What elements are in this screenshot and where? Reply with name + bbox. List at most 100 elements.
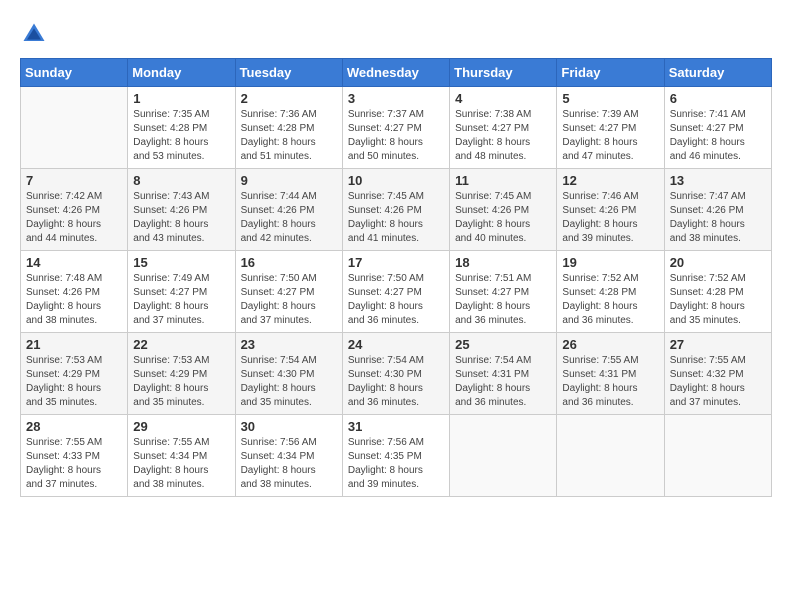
day-number: 13 (670, 173, 766, 188)
day-cell: 26 Sunrise: 7:55 AM Sunset: 4:31 PM Dayli… (557, 333, 664, 415)
day-cell: 14 Sunrise: 7:48 AM Sunset: 4:26 PM Dayli… (21, 251, 128, 333)
day-number: 31 (348, 419, 444, 434)
day-header-tuesday: Tuesday (235, 59, 342, 87)
day-info: Sunrise: 7:50 AM Sunset: 4:27 PM Dayligh… (348, 272, 444, 328)
day-cell: 29 Sunrise: 7:55 AM Sunset: 4:34 PM Dayli… (128, 415, 235, 497)
day-info: Sunrise: 7:55 AM Sunset: 4:31 PM Dayligh… (562, 354, 658, 410)
week-row-2: 7Sunrise: 7:42 AM Sunset: 4:26 PM Daylig… (21, 169, 772, 251)
day-number: 6 (670, 91, 766, 106)
day-cell: 25 Sunrise: 7:54 AM Sunset: 4:31 PM Dayli… (450, 333, 557, 415)
week-row-3: 14 Sunrise: 7:48 AM Sunset: 4:26 PM Dayli… (21, 251, 772, 333)
day-cell: 31 Sunrise: 7:56 AM Sunset: 4:35 PM Dayli… (342, 415, 449, 497)
day-cell: 11 Sunrise: 7:45 AM Sunset: 4:26 PM Dayli… (450, 169, 557, 251)
day-info: Sunrise: 7:51 AM Sunset: 4:27 PM Dayligh… (455, 272, 551, 328)
day-info: Sunrise: 7:56 AM Sunset: 4:35 PM Dayligh… (348, 436, 444, 492)
day-cell: 9Sunrise: 7:44 AM Sunset: 4:26 PM Daylig… (235, 169, 342, 251)
day-info: Sunrise: 7:53 AM Sunset: 4:29 PM Dayligh… (133, 354, 229, 410)
calendar-table: SundayMondayTuesdayWednesdayThursdayFrid… (20, 58, 772, 497)
day-info: Sunrise: 7:45 AM Sunset: 4:26 PM Dayligh… (348, 190, 444, 246)
day-number: 20 (670, 255, 766, 270)
day-cell: 8 Sunrise: 7:43 AM Sunset: 4:26 PM Daylig… (128, 169, 235, 251)
day-info: Sunrise: 7:48 AM Sunset: 4:26 PM Dayligh… (26, 272, 122, 328)
day-info: Sunrise: 7:41 AM Sunset: 4:27 PM Dayligh… (670, 108, 766, 164)
day-number: 19 (562, 255, 658, 270)
day-info: Sunrise: 7:55 AM Sunset: 4:34 PM Dayligh… (133, 436, 229, 492)
day-cell: 22 Sunrise: 7:53 AM Sunset: 4:29 PM Dayli… (128, 333, 235, 415)
day-cell (450, 415, 557, 497)
day-info: Sunrise: 7:39 AM Sunset: 4:27 PM Dayligh… (562, 108, 658, 164)
day-number: 16 (241, 255, 337, 270)
header-row: SundayMondayTuesdayWednesdayThursdayFrid… (21, 59, 772, 87)
day-number: 8 (133, 173, 229, 188)
day-info: Sunrise: 7:38 AM Sunset: 4:27 PM Dayligh… (455, 108, 551, 164)
day-cell: 23Sunrise: 7:54 AM Sunset: 4:30 PM Dayli… (235, 333, 342, 415)
day-cell: 3Sunrise: 7:37 AM Sunset: 4:27 PM Daylig… (342, 87, 449, 169)
day-number: 12 (562, 173, 658, 188)
day-info: Sunrise: 7:50 AM Sunset: 4:27 PM Dayligh… (241, 272, 337, 328)
day-number: 24 (348, 337, 444, 352)
calendar-header: SundayMondayTuesdayWednesdayThursdayFrid… (21, 59, 772, 87)
day-number: 26 (562, 337, 658, 352)
week-row-4: 21 Sunrise: 7:53 AM Sunset: 4:29 PM Dayli… (21, 333, 772, 415)
day-cell: 19 Sunrise: 7:52 AM Sunset: 4:28 PM Dayli… (557, 251, 664, 333)
day-info: Sunrise: 7:43 AM Sunset: 4:26 PM Dayligh… (133, 190, 229, 246)
day-cell: 6 Sunrise: 7:41 AM Sunset: 4:27 PM Daylig… (664, 87, 771, 169)
week-row-1: 1Sunrise: 7:35 AM Sunset: 4:28 PM Daylig… (21, 87, 772, 169)
day-info: Sunrise: 7:46 AM Sunset: 4:26 PM Dayligh… (562, 190, 658, 246)
day-number: 5 (562, 91, 658, 106)
day-cell: 13 Sunrise: 7:47 AM Sunset: 4:26 PM Dayli… (664, 169, 771, 251)
day-number: 11 (455, 173, 551, 188)
calendar-body: 1Sunrise: 7:35 AM Sunset: 4:28 PM Daylig… (21, 87, 772, 497)
day-number: 28 (26, 419, 122, 434)
day-number: 22 (133, 337, 229, 352)
day-cell: 21 Sunrise: 7:53 AM Sunset: 4:29 PM Dayli… (21, 333, 128, 415)
day-cell: 12 Sunrise: 7:46 AM Sunset: 4:26 PM Dayli… (557, 169, 664, 251)
day-info: Sunrise: 7:42 AM Sunset: 4:26 PM Dayligh… (26, 190, 122, 246)
day-header-monday: Monday (128, 59, 235, 87)
day-number: 23 (241, 337, 337, 352)
day-info: Sunrise: 7:36 AM Sunset: 4:28 PM Dayligh… (241, 108, 337, 164)
day-cell (21, 87, 128, 169)
logo-icon (20, 20, 48, 48)
day-header-saturday: Saturday (664, 59, 771, 87)
day-cell: 10Sunrise: 7:45 AM Sunset: 4:26 PM Dayli… (342, 169, 449, 251)
day-info: Sunrise: 7:52 AM Sunset: 4:28 PM Dayligh… (670, 272, 766, 328)
day-number: 21 (26, 337, 122, 352)
day-number: 25 (455, 337, 551, 352)
day-info: Sunrise: 7:52 AM Sunset: 4:28 PM Dayligh… (562, 272, 658, 328)
day-cell (557, 415, 664, 497)
day-header-wednesday: Wednesday (342, 59, 449, 87)
day-cell: 27 Sunrise: 7:55 AM Sunset: 4:32 PM Dayli… (664, 333, 771, 415)
day-info: Sunrise: 7:47 AM Sunset: 4:26 PM Dayligh… (670, 190, 766, 246)
day-cell: 30 Sunrise: 7:56 AM Sunset: 4:34 PM Dayli… (235, 415, 342, 497)
day-number: 4 (455, 91, 551, 106)
logo (20, 20, 52, 48)
day-number: 29 (133, 419, 229, 434)
day-cell (664, 415, 771, 497)
day-info: Sunrise: 7:55 AM Sunset: 4:32 PM Dayligh… (670, 354, 766, 410)
day-cell: 17Sunrise: 7:50 AM Sunset: 4:27 PM Dayli… (342, 251, 449, 333)
day-header-thursday: Thursday (450, 59, 557, 87)
day-info: Sunrise: 7:53 AM Sunset: 4:29 PM Dayligh… (26, 354, 122, 410)
week-row-5: 28 Sunrise: 7:55 AM Sunset: 4:33 PM Dayli… (21, 415, 772, 497)
day-cell: 24Sunrise: 7:54 AM Sunset: 4:30 PM Dayli… (342, 333, 449, 415)
day-number: 27 (670, 337, 766, 352)
day-number: 15 (133, 255, 229, 270)
day-header-friday: Friday (557, 59, 664, 87)
day-number: 3 (348, 91, 444, 106)
day-cell: 4 Sunrise: 7:38 AM Sunset: 4:27 PM Daylig… (450, 87, 557, 169)
day-number: 2 (241, 91, 337, 106)
day-info: Sunrise: 7:55 AM Sunset: 4:33 PM Dayligh… (26, 436, 122, 492)
day-number: 1 (133, 91, 229, 106)
day-info: Sunrise: 7:45 AM Sunset: 4:26 PM Dayligh… (455, 190, 551, 246)
day-info: Sunrise: 7:56 AM Sunset: 4:34 PM Dayligh… (241, 436, 337, 492)
day-cell: 1Sunrise: 7:35 AM Sunset: 4:28 PM Daylig… (128, 87, 235, 169)
day-cell: 28 Sunrise: 7:55 AM Sunset: 4:33 PM Dayli… (21, 415, 128, 497)
day-number: 14 (26, 255, 122, 270)
day-cell: 15Sunrise: 7:49 AM Sunset: 4:27 PM Dayli… (128, 251, 235, 333)
day-header-sunday: Sunday (21, 59, 128, 87)
day-number: 30 (241, 419, 337, 434)
day-number: 9 (241, 173, 337, 188)
day-info: Sunrise: 7:54 AM Sunset: 4:31 PM Dayligh… (455, 354, 551, 410)
day-cell: 16 Sunrise: 7:50 AM Sunset: 4:27 PM Dayli… (235, 251, 342, 333)
